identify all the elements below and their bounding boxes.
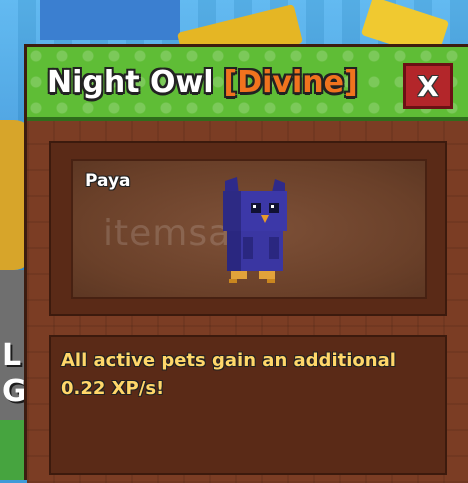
rarity-label: [Divine] <box>223 65 358 100</box>
window-title: Night Owl [Divine] <box>47 65 358 100</box>
window-body: Paya itemsatış All active pets gain an a… <box>27 121 468 483</box>
window-titlebar: Night Owl [Divine] X <box>27 47 468 121</box>
background-block <box>40 0 180 40</box>
pet-preview-frame: Paya itemsatış <box>49 141 447 316</box>
pet-preview: Paya itemsatış <box>71 159 427 299</box>
pet-description: All active pets gain an additional 0.22 … <box>61 347 441 403</box>
background-text: G <box>2 374 27 409</box>
close-icon: X <box>417 69 439 103</box>
pet-name: Paya <box>85 171 131 191</box>
pet-description-box: All active pets gain an additional 0.22 … <box>49 335 447 475</box>
description-line: 0.22 XP/s! <box>61 378 165 399</box>
description-line: All active pets gain an additional <box>61 350 396 371</box>
background-text: L <box>2 338 22 373</box>
night-owl-pet-icon <box>223 177 287 283</box>
pet-title: Night Owl <box>47 65 214 100</box>
pet-info-window: Night Owl [Divine] X Paya itemsatış All … <box>24 44 468 483</box>
close-button[interactable]: X <box>403 63 453 109</box>
